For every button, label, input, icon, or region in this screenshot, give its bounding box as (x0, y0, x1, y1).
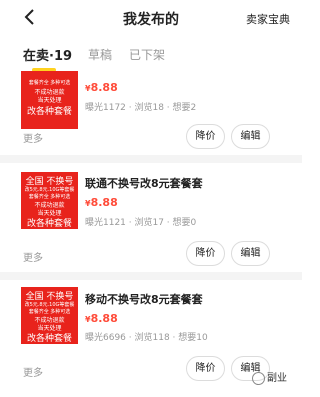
listing-stats: 曝光6696 · 浏览118 · 想要10 (85, 333, 208, 343)
listing-thumbnail[interactable]: 全国 不换号 改5元.8元.10G等套餐 套餐齐全 多种可选 不成功退款 当天处… (21, 287, 78, 344)
wechat-icon (252, 371, 265, 385)
listing-title[interactable]: 移动不换号改8元套餐套 (85, 291, 203, 307)
reduce-price-button[interactable]: 降价 (186, 124, 225, 149)
edit-button[interactable]: 编辑 (231, 241, 270, 266)
watermark: 副业 (252, 369, 287, 385)
tab-on-sale[interactable]: 在卖·19 (23, 45, 72, 64)
seller-guide-link[interactable]: 卖家宝典 (246, 11, 290, 27)
listing-price: ¥8.88 (85, 81, 118, 94)
listing-stats: 曝光1172 · 浏览18 · 想要2 (85, 103, 197, 113)
more-button[interactable]: 更多 (23, 249, 43, 264)
divider (0, 155, 302, 163)
listing-price: ¥8.88 (85, 312, 118, 325)
more-button[interactable]: 更多 (23, 130, 43, 145)
reduce-price-button[interactable]: 降价 (186, 356, 225, 381)
listing-thumbnail[interactable]: 全国 不换号 改5元.8元.10G等套餐 套餐齐全 多种可选 不成功退款 当天处… (21, 172, 78, 229)
more-button[interactable]: 更多 (23, 364, 43, 379)
listing-price: ¥8.88 (85, 196, 118, 209)
reduce-price-button[interactable]: 降价 (186, 241, 225, 266)
top-bar: 我发布的 卖家宝典 (0, 0, 302, 36)
listing-title[interactable]: 联通不换号改8元套餐套 (85, 175, 203, 191)
tab-delisted[interactable]: 已下架 (129, 46, 165, 63)
tab-drafts[interactable]: 草稿 (88, 46, 112, 63)
tab-bar: 在卖·19 草稿 已下架 (0, 42, 302, 72)
divider (0, 272, 302, 280)
listing-thumbnail[interactable]: 套餐齐全 多种可选 不成功退款 当天处理 改各种套餐 (21, 71, 78, 129)
listing-stats: 曝光1121 · 浏览17 · 想要0 (85, 218, 197, 228)
edit-button[interactable]: 编辑 (231, 124, 270, 149)
